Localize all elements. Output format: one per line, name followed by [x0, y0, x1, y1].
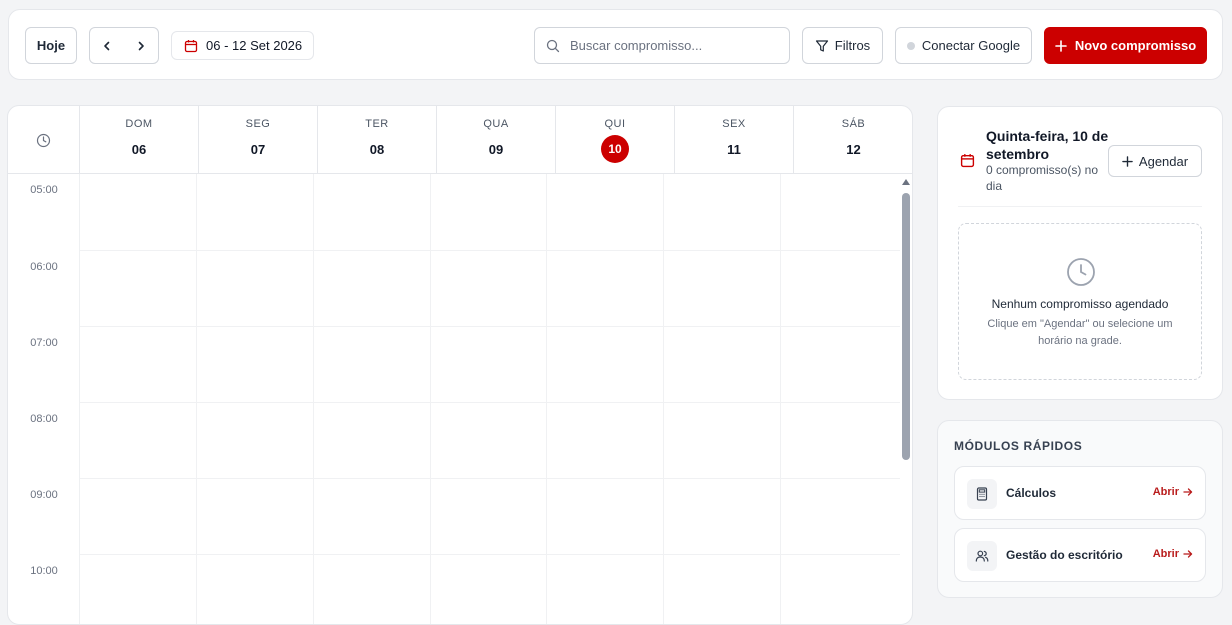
- calendar-icon: [184, 39, 198, 52]
- day-divider: [196, 174, 197, 624]
- day-number: 09: [488, 142, 504, 157]
- module-label: Cálculos: [1006, 486, 1057, 500]
- day-header-tue[interactable]: TER 08: [318, 106, 437, 174]
- chevron-left-icon: [104, 41, 110, 50]
- calendar-header: DOM 06 SEG 07 TER 08 QUA 09 QUI 10 SEX 1…: [8, 106, 912, 174]
- day-header-mon[interactable]: SEG 07: [199, 106, 318, 174]
- clock-icon: [36, 133, 51, 147]
- quick-modules-heading: MÓDULOS RÁPIDOS: [954, 439, 1083, 453]
- empty-state-title: Nenhum compromisso agendado: [991, 297, 1169, 311]
- connect-google-button[interactable]: Conectar Google: [895, 27, 1032, 64]
- hour-label: 06:00: [30, 261, 58, 273]
- schedule-label: Agendar: [1138, 153, 1189, 169]
- day-name: SEX: [722, 118, 746, 130]
- scroll-thumb[interactable]: [902, 193, 910, 460]
- hour-label: 05:00: [30, 184, 58, 196]
- module-label: Gestão do escritório: [1006, 548, 1123, 562]
- filters-label: Filtros: [834, 38, 871, 53]
- scroll-up-arrow[interactable]: [902, 179, 910, 185]
- top-toolbar: Hoje 06 - 12 Set 2026 Filtros Conectar G…: [8, 9, 1223, 80]
- hour-label: 09:00: [30, 489, 58, 501]
- chevron-right-icon: [138, 41, 144, 50]
- calculator-icon: [976, 487, 988, 501]
- module-icon-box: [967, 479, 997, 509]
- hour-divider: [80, 250, 900, 251]
- grid-scrollbar[interactable]: [900, 174, 912, 624]
- day-number: 06: [131, 142, 147, 157]
- hour-divider: [80, 478, 900, 479]
- search-icon: [546, 39, 560, 52]
- filters-button[interactable]: Filtros: [802, 27, 883, 64]
- hour-divider: [80, 554, 900, 555]
- users-icon: [975, 550, 989, 562]
- date-range-picker[interactable]: 06 - 12 Set 2026: [171, 31, 314, 60]
- day-divider: [430, 174, 431, 624]
- week-navigation: [89, 27, 159, 64]
- day-name: QUI: [604, 118, 626, 130]
- module-calculations[interactable]: Cálculos Abrir: [954, 466, 1206, 520]
- day-name: TER: [365, 118, 389, 130]
- time-column-header: [8, 106, 80, 174]
- day-name: SEG: [245, 118, 271, 130]
- selected-day-panel: Quinta-feira, 10 de setembro 0 compromis…: [937, 106, 1223, 400]
- filter-icon: [815, 39, 828, 52]
- day-number: 08: [369, 142, 385, 157]
- day-header-fri[interactable]: SEX 11: [675, 106, 794, 174]
- time-column: 05:00 06:00 07:00 08:00 09:00 10:00: [8, 174, 80, 624]
- day-name: DOM: [125, 118, 153, 130]
- day-divider: [780, 174, 781, 624]
- module-icon-box: [967, 541, 997, 571]
- day-number: 11: [727, 142, 741, 157]
- today-day-number: 10: [601, 135, 629, 163]
- clock-icon: [1067, 258, 1095, 286]
- hour-label: 08:00: [30, 413, 58, 425]
- previous-week-button[interactable]: [90, 28, 124, 63]
- day-name: QUA: [483, 118, 509, 130]
- week-calendar: DOM 06 SEG 07 TER 08 QUA 09 QUI 10 SEX 1…: [7, 105, 913, 625]
- divider: [958, 206, 1202, 207]
- next-week-button[interactable]: [124, 28, 158, 63]
- appointment-count: 0 compromisso(s) no dia: [986, 163, 1099, 193]
- search-box: [534, 27, 790, 64]
- search-input[interactable]: [570, 38, 770, 53]
- arrow-right-icon: [1183, 488, 1193, 496]
- day-name: SÁB: [841, 118, 866, 130]
- hour-divider: [80, 326, 900, 327]
- connect-google-label: Conectar Google: [921, 38, 1021, 53]
- open-label: Abrir: [1152, 486, 1179, 498]
- module-open-link[interactable]: Abrir: [1153, 548, 1193, 560]
- hour-label: 10:00: [30, 565, 58, 577]
- day-number: 07: [250, 142, 266, 157]
- schedule-button[interactable]: Agendar: [1108, 145, 1202, 177]
- date-range-label: 06 - 12 Set 2026: [206, 38, 303, 53]
- time-grid[interactable]: 05:00 06:00 07:00 08:00 09:00 10:00: [8, 174, 912, 624]
- today-button[interactable]: Hoje: [25, 27, 77, 64]
- module-open-link[interactable]: Abrir: [1153, 486, 1193, 498]
- empty-state-text: Clique em "Agendar" ou selecione um horá…: [987, 318, 1173, 347]
- new-appointment-label: Novo compromisso: [1074, 38, 1197, 53]
- empty-state: Nenhum compromisso agendado Clique em "A…: [958, 223, 1202, 380]
- day-header-thu-today[interactable]: QUI 10: [556, 106, 675, 174]
- day-divider: [546, 174, 547, 624]
- day-header-sun[interactable]: DOM 06: [80, 106, 199, 174]
- day-header-sat[interactable]: SÁB 12: [794, 106, 912, 174]
- selected-day-title: Quinta-feira, 10 de setembro: [986, 128, 1109, 162]
- module-office-management[interactable]: Gestão do escritório Abrir: [954, 528, 1206, 582]
- day-number: 12: [846, 142, 861, 157]
- calendar-icon: [960, 154, 975, 168]
- plus-icon: [1055, 39, 1067, 52]
- day-divider: [663, 174, 664, 624]
- day-header-wed[interactable]: QUA 09: [437, 106, 556, 174]
- quick-modules-panel: MÓDULOS RÁPIDOS Cálculos Abrir Gestão do…: [937, 420, 1223, 598]
- arrow-right-icon: [1183, 550, 1193, 558]
- connection-status-dot: [906, 41, 915, 50]
- new-appointment-button[interactable]: Novo compromisso: [1044, 27, 1207, 64]
- day-divider: [313, 174, 314, 624]
- hour-divider: [80, 402, 900, 403]
- hour-label: 07:00: [30, 337, 58, 349]
- plus-icon: [1122, 155, 1133, 167]
- open-label: Abrir: [1152, 548, 1179, 560]
